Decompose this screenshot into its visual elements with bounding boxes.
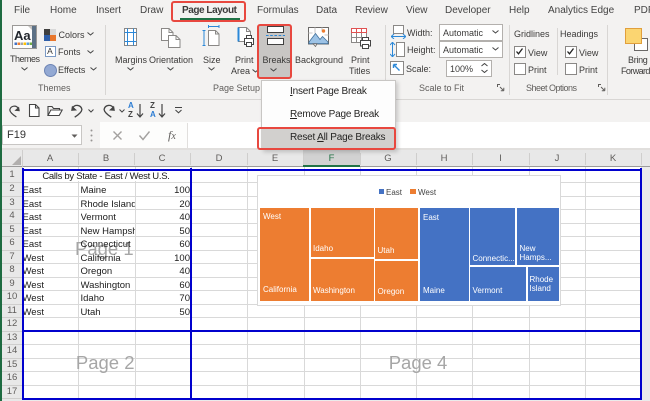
svg-text:Aa: Aa bbox=[14, 28, 31, 43]
